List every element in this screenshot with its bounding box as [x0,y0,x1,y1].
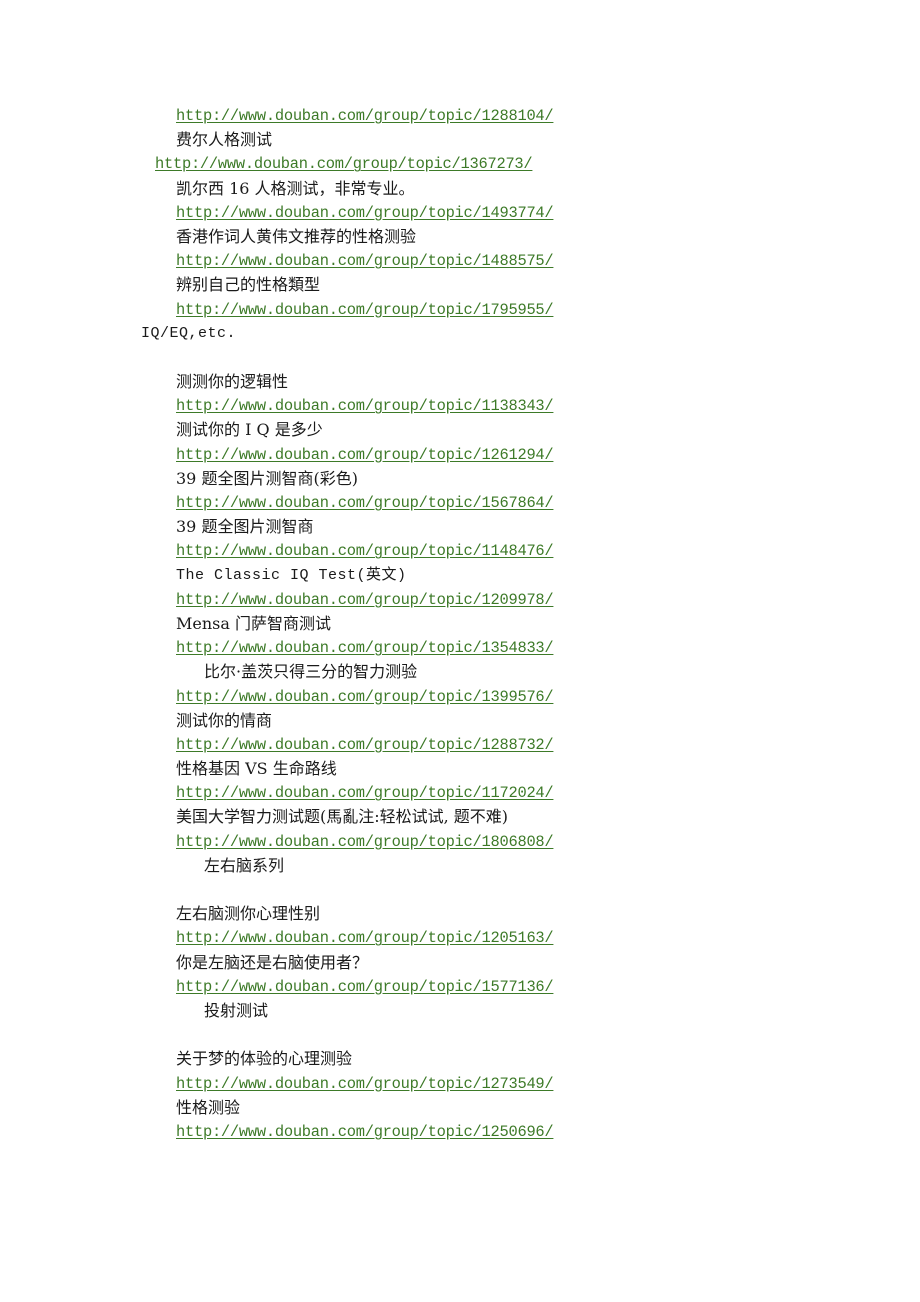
topic-link[interactable]: http://www.douban.com/group/topic/180680… [0,830,920,854]
topic-link[interactable]: http://www.douban.com/group/topic/179595… [0,298,920,322]
caption-line: 性格基因 VS 生命路线 [176,759,337,779]
topic-link[interactable]: http://www.douban.com/group/topic/114847… [0,539,920,563]
topic-link[interactable]: http://www.douban.com/group/topic/127354… [0,1072,920,1096]
caption-line: 费尔人格测试 [176,130,273,150]
topic-link[interactable]: http://www.douban.com/group/topic/120997… [0,588,920,612]
caption-line: 比尔·盖茨只得三分的智力测验 [204,662,418,682]
document-page: http://www.douban.com/group/topic/128810… [0,0,920,1302]
topic-link[interactable]: http://www.douban.com/group/topic/125069… [0,1120,920,1144]
topic-link[interactable]: http://www.douban.com/group/topic/113834… [0,394,920,418]
caption-line: 左右脑测你心理性别 [176,904,321,924]
caption-line: 美国大学智力测试题(馬亂注:轻松试试, 题不难) [176,807,509,827]
caption-line: 测测你的逻辑性 [176,372,289,392]
topic-link[interactable]: http://www.douban.com/group/topic/117202… [0,781,920,805]
topic-link[interactable]: http://www.douban.com/group/topic/128873… [0,733,920,757]
topic-link[interactable]: http://www.douban.com/group/topic/135483… [0,636,920,660]
caption-line: 39 题全图片测智商 [176,517,314,537]
caption-line: Mensa 门萨智商测试 [176,613,331,633]
caption-line: 凯尔西 16 人格测试，非常专业。 [176,178,415,198]
caption-line: 性格测验 [176,1097,241,1117]
topic-link[interactable]: http://www.douban.com/group/topic/136727… [0,152,920,176]
caption-line: 辨别自己的性格類型 [176,275,321,295]
document-body: http://www.douban.com/group/topic/128810… [0,104,920,1144]
caption-line: 香港作词人黄伟文推荐的性格测验 [176,226,417,246]
caption-line: 关于梦的体验的心理测验 [176,1049,353,1069]
topic-link[interactable]: http://www.douban.com/group/topic/128810… [0,104,920,128]
topic-link[interactable]: http://www.douban.com/group/topic/139957… [0,685,920,709]
caption-line: 测试你的情商 [176,710,273,730]
topic-link[interactable]: http://www.douban.com/group/topic/148857… [0,249,920,273]
topic-link[interactable]: http://www.douban.com/group/topic/149377… [0,201,920,225]
caption-line: 左右脑系列 [204,855,285,875]
caption-line: 投射测试 [204,1000,269,1020]
caption-line: 你是左脑还是右脑使用者？ [176,952,369,972]
topic-link[interactable]: http://www.douban.com/group/topic/120516… [0,926,920,950]
caption-line: IQ/EQ,etc. [141,324,237,342]
caption-line: 39 题全图片测智商(彩色) [176,468,358,488]
topic-link[interactable]: http://www.douban.com/group/topic/126129… [0,443,920,467]
topic-link[interactable]: http://www.douban.com/group/topic/157713… [0,975,920,999]
topic-link[interactable]: http://www.douban.com/group/topic/156786… [0,491,920,515]
caption-line: 测试你的 I Q 是多少 [176,420,323,440]
caption-line: The Classic IQ Test(英文) [176,566,407,584]
